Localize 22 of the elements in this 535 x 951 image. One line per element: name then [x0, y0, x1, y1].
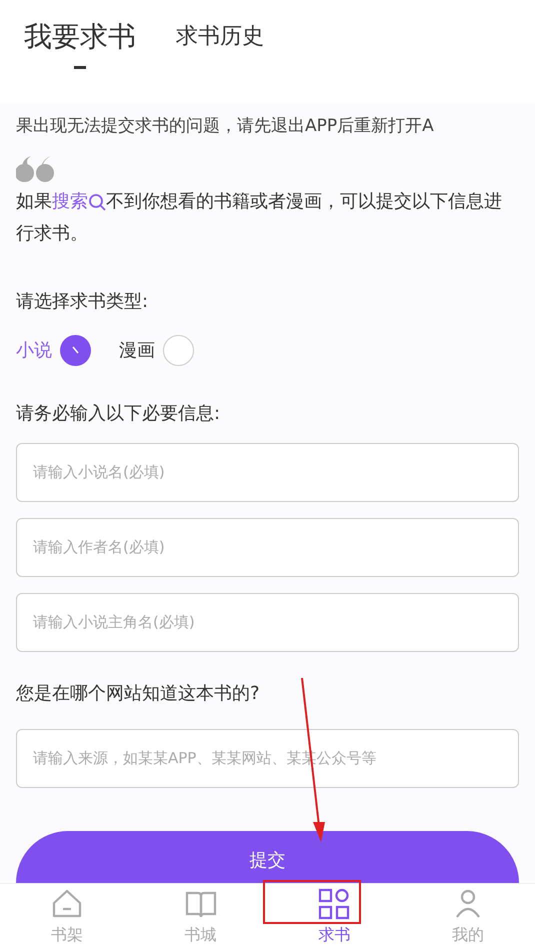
nav-tab[interactable]: 求书 — [268, 884, 402, 951]
tab[interactable]: 我要求书 — [24, 16, 136, 69]
input-field[interactable]: 请输入小说主角名(必填) — [16, 592, 519, 652]
notice-text: 果出现无法提交求书的问题，请先退出APP后重新打开A — [16, 115, 435, 138]
submit-button[interactable]: 提交 — [16, 830, 519, 883]
radio-option[interactable]: 小说 — [16, 334, 91, 366]
input-field[interactable]: 请输入作者名(必填) — [16, 518, 519, 577]
check-icon — [70, 345, 80, 356]
type-label: 请选择求书类型: — [16, 290, 150, 314]
search-icon — [88, 192, 106, 211]
source-label: 您是在哪个网站知道这本书的? — [16, 682, 261, 706]
quote-icon — [16, 156, 54, 182]
radio-option[interactable]: 漫画 — [119, 334, 194, 366]
tab-indicator — [74, 66, 86, 69]
search-link[interactable]: 搜索 — [52, 186, 106, 218]
required-label: 请务必输入以下必要信息: — [16, 402, 222, 426]
radio-button[interactable] — [163, 334, 194, 366]
tab[interactable]: 求书历史 — [176, 16, 264, 53]
grid-icon — [317, 887, 352, 922]
input-field[interactable]: 请输入小说名(必填) — [16, 442, 519, 502]
intro-paragraph: 如果搜索 不到你想看的书籍或者漫画，可以提交以下信息进行求书。 — [16, 186, 519, 250]
radio-button[interactable] — [60, 334, 91, 366]
